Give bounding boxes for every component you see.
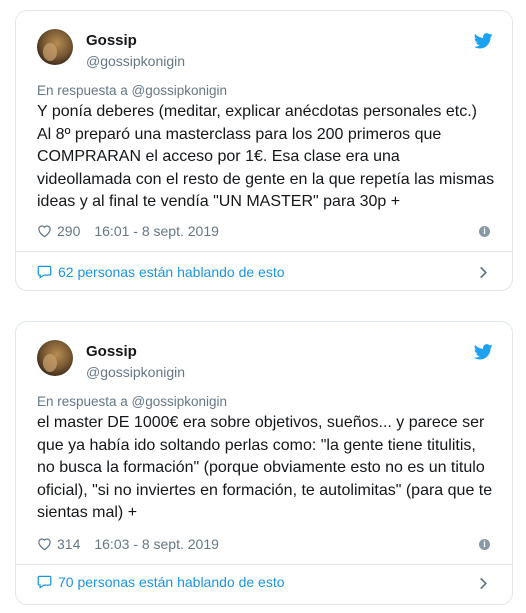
author-handle[interactable]: @gossipkonigin — [86, 53, 185, 69]
divider — [16, 251, 512, 252]
tweet-card[interactable]: Gossip @gossipkonigin En respuesta a @go… — [15, 10, 513, 291]
chevron-right-icon[interactable] — [479, 577, 488, 590]
author-name[interactable]: Gossip — [86, 343, 137, 360]
reply-context[interactable]: En respuesta a @gossipkonigin — [37, 394, 227, 409]
info-icon[interactable]: i — [479, 539, 490, 550]
conversation-link[interactable]: 62 personas están hablando de esto — [37, 264, 285, 280]
divider — [16, 564, 512, 565]
heart-icon[interactable] — [37, 537, 52, 551]
like-count[interactable]: 290 — [57, 223, 80, 239]
like-count[interactable]: 314 — [57, 536, 80, 552]
info-icon[interactable]: i — [479, 226, 490, 237]
twitter-bird-icon[interactable] — [474, 344, 493, 360]
tweet-meta: 290 16:01 - 8 sept. 2019 — [37, 223, 219, 239]
tweet-card[interactable]: Gossip @gossipkonigin En respuesta a @go… — [15, 321, 513, 605]
conversation-label[interactable]: 62 personas están hablando de esto — [58, 264, 285, 280]
avatar[interactable] — [37, 340, 73, 376]
reply-context[interactable]: En respuesta a @gossipkonigin — [37, 83, 227, 98]
conversation-link[interactable]: 70 personas están hablando de esto — [37, 574, 285, 590]
avatar[interactable] — [37, 29, 73, 65]
heart-icon[interactable] — [37, 224, 52, 238]
timestamp[interactable]: 16:03 - 8 sept. 2019 — [94, 536, 219, 552]
speech-bubble-icon — [37, 265, 52, 279]
tweet-text: Y ponía deberes (meditar, explicar anécd… — [37, 103, 495, 210]
tweet-text: el master DE 1000€ era sobre objetivos, … — [37, 414, 493, 521]
chevron-right-icon[interactable] — [479, 266, 488, 279]
tweet-meta: 314 16:03 - 8 sept. 2019 — [37, 536, 219, 552]
speech-bubble-icon — [37, 575, 52, 589]
timestamp[interactable]: 16:01 - 8 sept. 2019 — [94, 223, 219, 239]
twitter-bird-icon[interactable] — [474, 33, 493, 49]
conversation-label[interactable]: 70 personas están hablando de esto — [58, 574, 285, 590]
author-name[interactable]: Gossip — [86, 32, 137, 49]
author-handle[interactable]: @gossipkonigin — [86, 364, 185, 380]
